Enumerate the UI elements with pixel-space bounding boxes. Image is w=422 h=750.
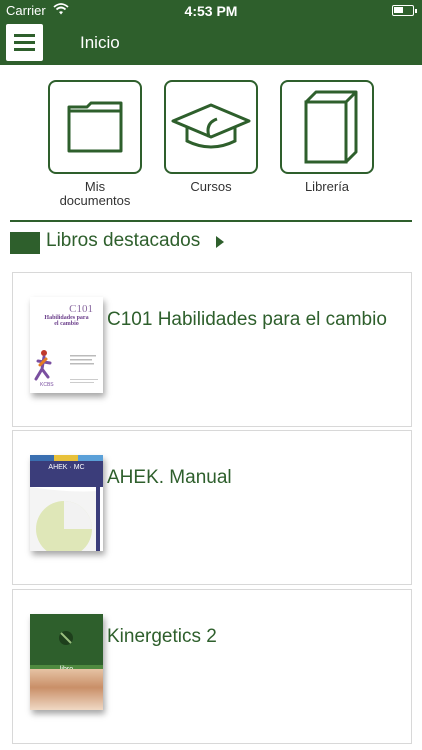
nav-bar: Inicio (0, 21, 422, 65)
book-cover: C101 Habilidades para el cambio KCBS (30, 297, 103, 393)
shortcut-mis-documentos[interactable]: Mis documentos (48, 80, 142, 208)
menu-button[interactable] (6, 24, 43, 61)
cover-graphic (30, 487, 100, 551)
book-cover: AHEK · MC (30, 455, 103, 551)
chevron-right-icon (216, 236, 224, 248)
graduation-cap-icon (171, 103, 251, 149)
clock: 4:53 PM (184, 3, 238, 19)
book-icon (304, 90, 358, 164)
hamburger-icon (14, 34, 35, 37)
shortcut-libreria[interactable]: Librería (280, 80, 374, 194)
divider (10, 220, 412, 222)
status-bar: Carrier 4:53 PM (0, 0, 422, 21)
battery-icon (392, 5, 417, 16)
cover-photo (30, 669, 103, 710)
book-card[interactable]: AHEK · MC AHEK. Manual (12, 430, 412, 585)
folder-icon (67, 101, 123, 153)
cover-emblem-icon (59, 631, 73, 645)
book-title: AHEK. Manual (107, 467, 232, 488)
section-swatch (10, 232, 40, 254)
shortcut-label: Cursos (190, 179, 232, 194)
book-title: Kinergetics 2 (107, 626, 217, 647)
book-card[interactable]: libro Kinergetics 2 (12, 589, 412, 744)
book-title: C101 Habilidades para el cambio (107, 309, 387, 330)
book-card[interactable]: C101 Habilidades para el cambio KCBS C10… (12, 272, 412, 427)
book-cover: libro (30, 614, 103, 710)
featured-title: Libros destacados (46, 230, 201, 251)
shortcut-label: Librería (304, 179, 350, 194)
shortcut-cursos[interactable]: Cursos (164, 80, 258, 194)
shortcut-label: Mis documentos (59, 179, 131, 208)
page-title: Inicio (80, 33, 120, 52)
